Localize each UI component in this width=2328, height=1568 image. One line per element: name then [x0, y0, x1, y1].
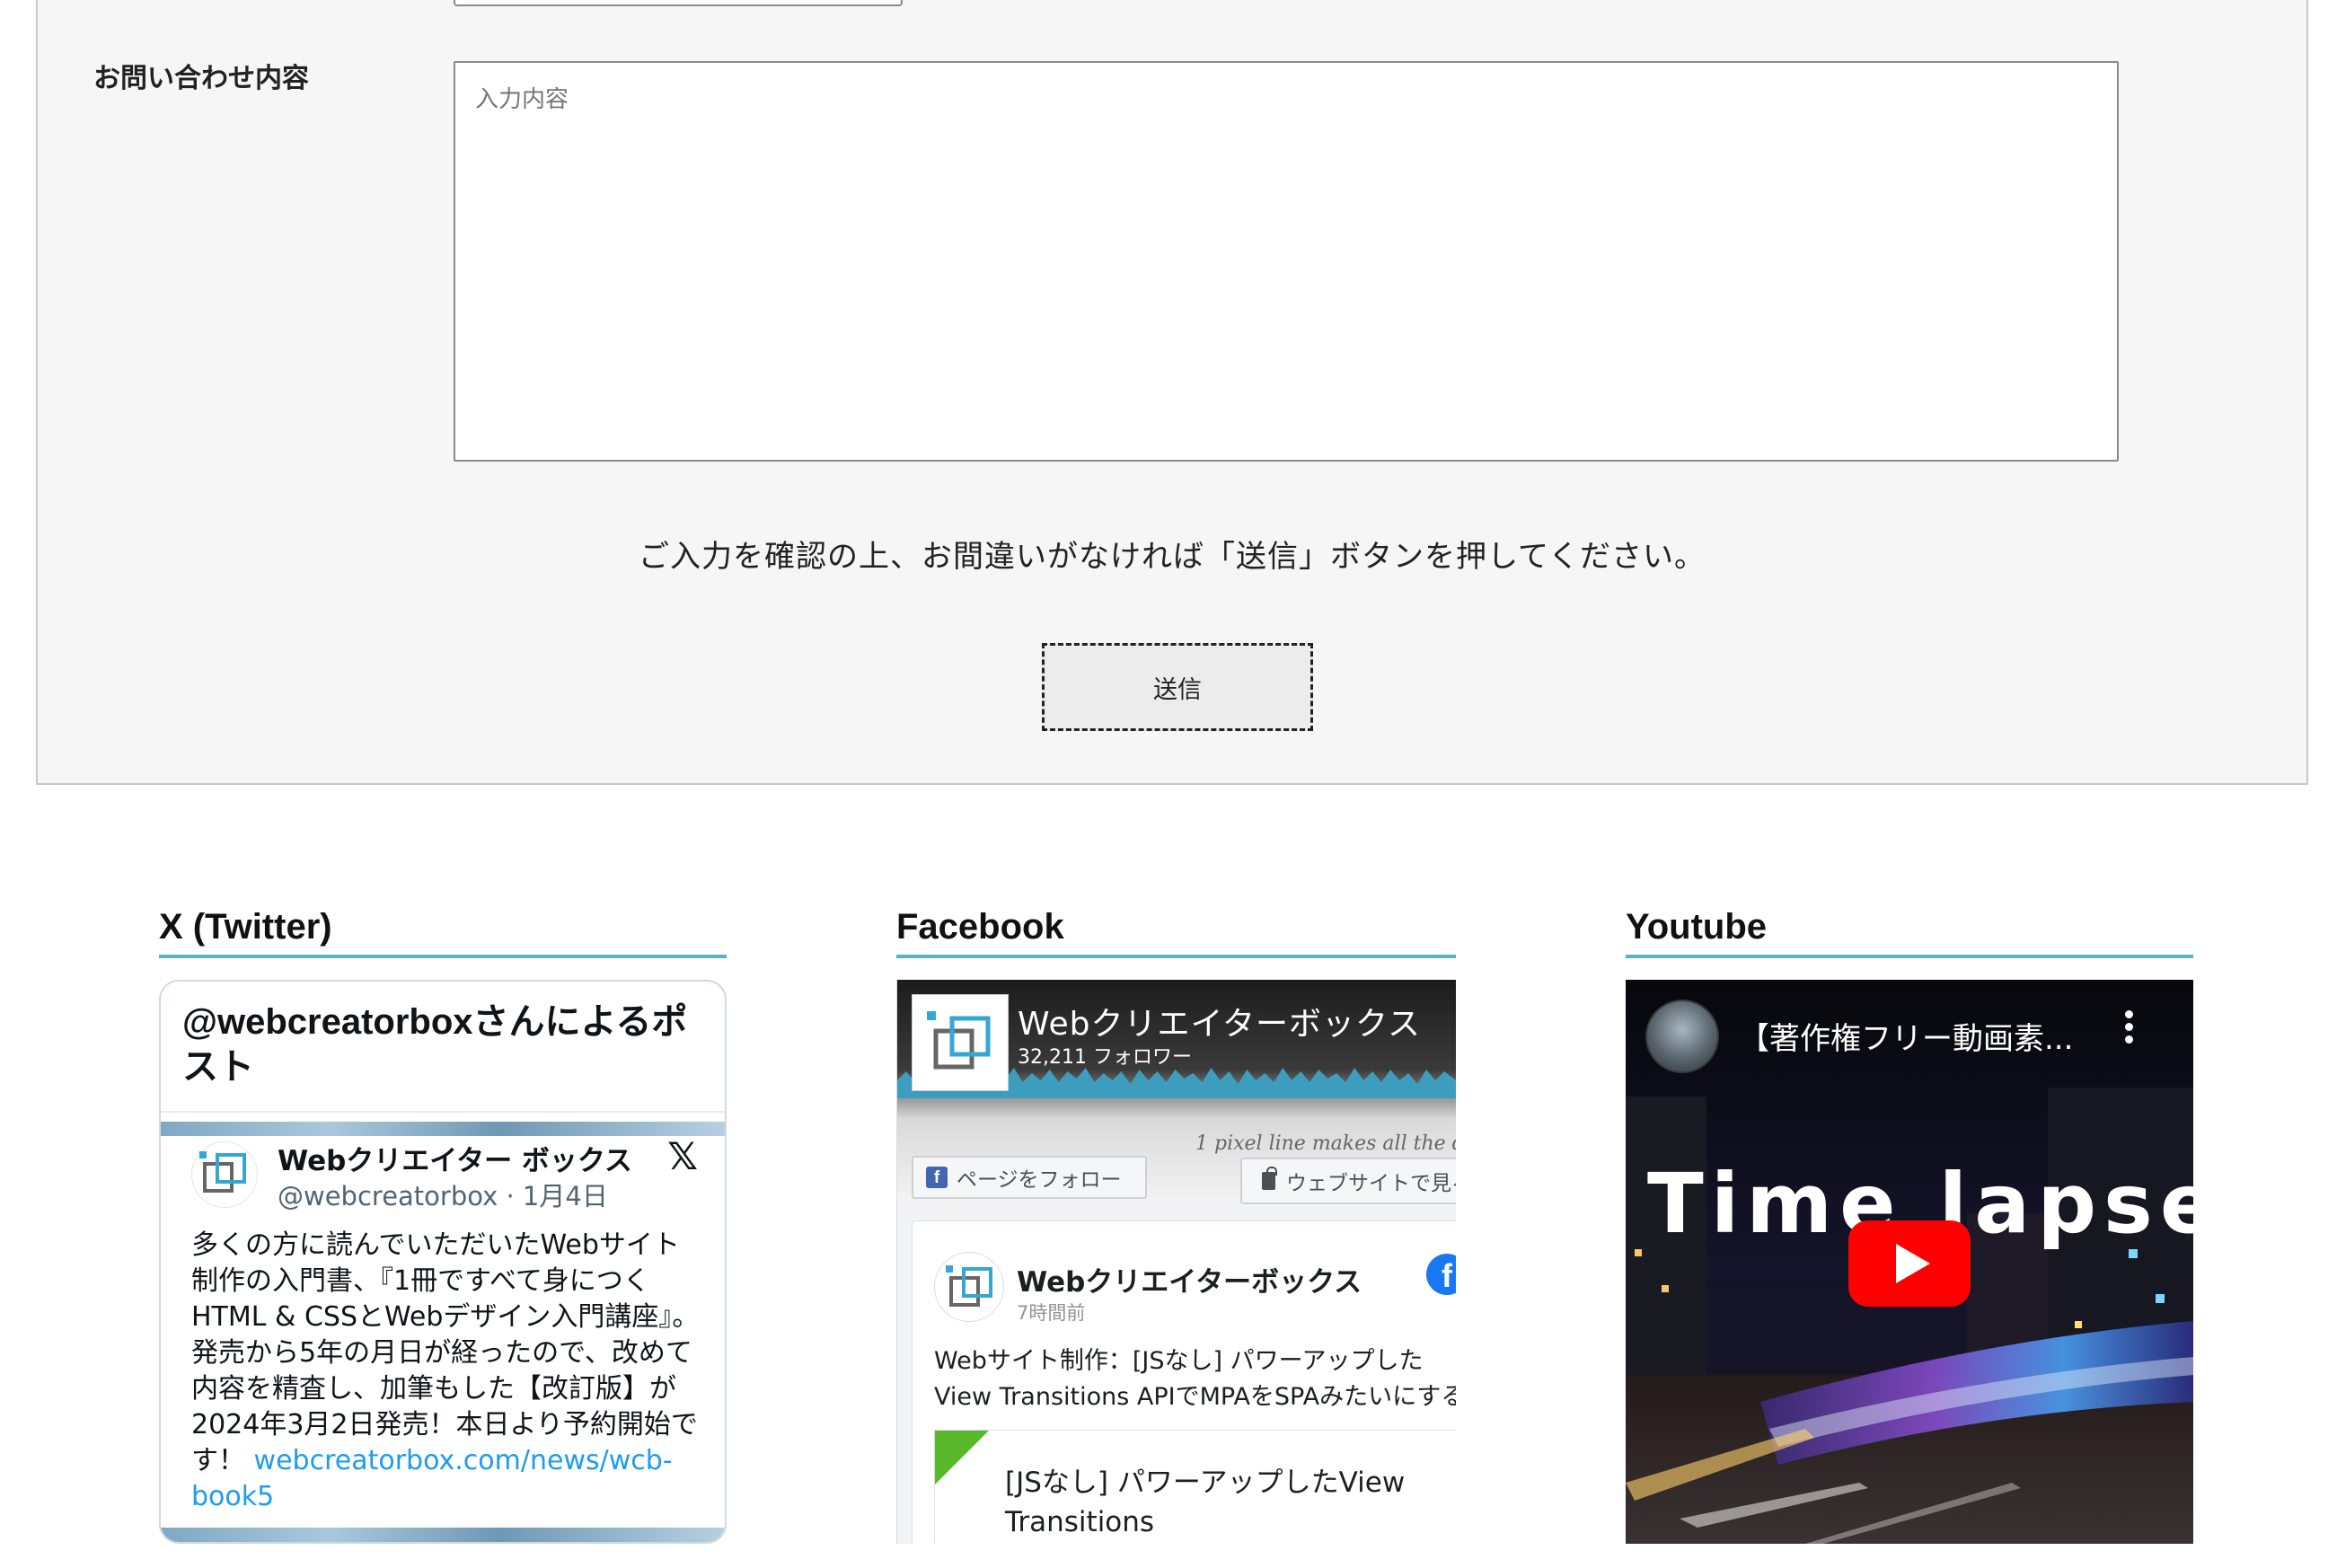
link-thumbnail-corner	[935, 1431, 989, 1484]
youtube-embed-player[interactable]: 【著作権フリー動画素... Time lapse	[1626, 980, 2193, 1544]
twitter-image-strip[interactable]	[161, 1528, 725, 1542]
facebook-cover-image: Webクリエイターボックス 32,211 フォロワー 1 pixel line …	[897, 980, 1456, 1204]
facebook-post-time[interactable]: 7時間前	[1017, 1299, 1085, 1326]
facebook-post-author[interactable]: Webクリエイターボックス	[1017, 1259, 1362, 1299]
facebook-post-line-2: View Transitions APIでMPAをSPAみたいにする	[934, 1383, 1456, 1411]
facebook-embed-card[interactable]: Webクリエイターボックス 32,211 フォロワー 1 pixel line …	[896, 980, 1456, 1544]
webcreatorbox-squares-icon[interactable]	[934, 1252, 1004, 1322]
twitter-embed-heading[interactable]: @webcreatorboxさんによるポスト	[161, 982, 725, 1113]
contact-form-panel: お問い合わせ内容 入力内容 ご入力を確認の上、お間違いがなければ「送信」ボタンを…	[36, 0, 2308, 785]
facebook-link-title-line-1: [JSなし] パワーアップしたView	[1005, 1467, 1406, 1499]
message-field-label: お問い合わせ内容	[93, 63, 309, 94]
facebook-cover-tagline: 1 pixel line makes all the difference	[1195, 1132, 1456, 1155]
twitter-post-image-preview[interactable]	[161, 1122, 725, 1136]
play-icon	[1896, 1244, 1930, 1283]
twitter-author-name[interactable]: Webクリエイター ボックス	[278, 1138, 632, 1178]
facebook-website-label: ウェブサイトで見る	[1286, 1172, 1456, 1195]
previous-input-field[interactable]	[454, 0, 903, 6]
twitter-post-text: 多くの方に読んでいただいたWebサイト制作の入門書、『1冊ですべて身につくHTM…	[191, 1228, 703, 1515]
facebook-logo-icon: f	[1426, 1254, 1456, 1295]
facebook-follow-label: ページをフォロー	[957, 1168, 1122, 1192]
facebook-follower-count: 32,211 フォロワー	[1018, 1046, 1192, 1069]
youtube-video-title[interactable]: 【著作権フリー動画素...	[1739, 1014, 2073, 1058]
youtube-column: Youtube 【著作権フリー動画素... Time lapse	[1626, 907, 2193, 1544]
facebook-post-text: Webサイト制作：[JSなし] パワーアップした View Transition…	[934, 1343, 1456, 1415]
facebook-link-preview[interactable]: [JSなし] パワーアップしたView Transitions	[934, 1430, 1456, 1544]
message-textarea[interactable]: 入力内容	[454, 61, 2119, 462]
twitter-post-body: 多くの方に読んでいただいたWebサイト制作の入門書、『1冊ですべて身につくHTM…	[191, 1229, 700, 1476]
youtube-play-button[interactable]	[1848, 1220, 1971, 1307]
youtube-channel-avatar[interactable]	[1645, 1000, 1719, 1073]
shopping-bag-icon	[1262, 1167, 1277, 1190]
twitter-post-link[interactable]: webcreatorbox.com/news/wcb-book5	[191, 1445, 673, 1512]
confirm-note: ご入力を確認の上、お間違いがなければ「送信」ボタンを押してください。	[639, 539, 1706, 575]
facebook-page-logo[interactable]	[912, 994, 1009, 1091]
twitter-embed-card[interactable]: @webcreatorboxさんによるポスト Webクリエイター ボックス @w…	[159, 980, 727, 1544]
x-logo-icon[interactable]: 𝕏	[667, 1134, 698, 1178]
message-placeholder: 入力内容	[475, 86, 569, 113]
facebook-link-title-line-2: Transitions	[1005, 1506, 1155, 1538]
twitter-author-handle[interactable]: @webcreatorbox · 1月4日	[278, 1176, 608, 1213]
twitter-column: X (Twitter) @webcreatorboxさんによるポスト Webクリ…	[159, 907, 727, 1544]
more-vertical-icon[interactable]	[2125, 1010, 2134, 1052]
facebook-link-title: [JSなし] パワーアップしたView Transitions	[1005, 1463, 1405, 1542]
twitter-section-title: X (Twitter)	[159, 907, 727, 958]
facebook-website-button[interactable]: ウェブサイトで見る	[1240, 1158, 1456, 1204]
webcreatorbox-squares-icon[interactable]	[191, 1141, 258, 1208]
facebook-section-title: Facebook	[896, 907, 1456, 958]
facebook-f-icon: f	[926, 1167, 948, 1188]
submit-button[interactable]: 送信	[1042, 643, 1313, 731]
facebook-column: Facebook Webクリエイターボックス 32,211 フォロワー 1 pi…	[896, 907, 1456, 1544]
youtube-section-title: Youtube	[1626, 907, 2193, 958]
facebook-post-line-1: Webサイト制作：[JSなし] パワーアップした	[934, 1347, 1424, 1375]
twitter-post[interactable]: Webクリエイター ボックス @webcreatorbox · 1月4日 𝕏 多…	[161, 1113, 725, 1512]
facebook-page-name[interactable]: Webクリエイターボックス	[1018, 998, 1421, 1044]
facebook-post[interactable]: Webクリエイターボックス 7時間前 f Webサイト制作：[JSなし] パワー…	[912, 1220, 1456, 1544]
facebook-follow-button[interactable]: f ページをフォロー	[912, 1156, 1147, 1199]
